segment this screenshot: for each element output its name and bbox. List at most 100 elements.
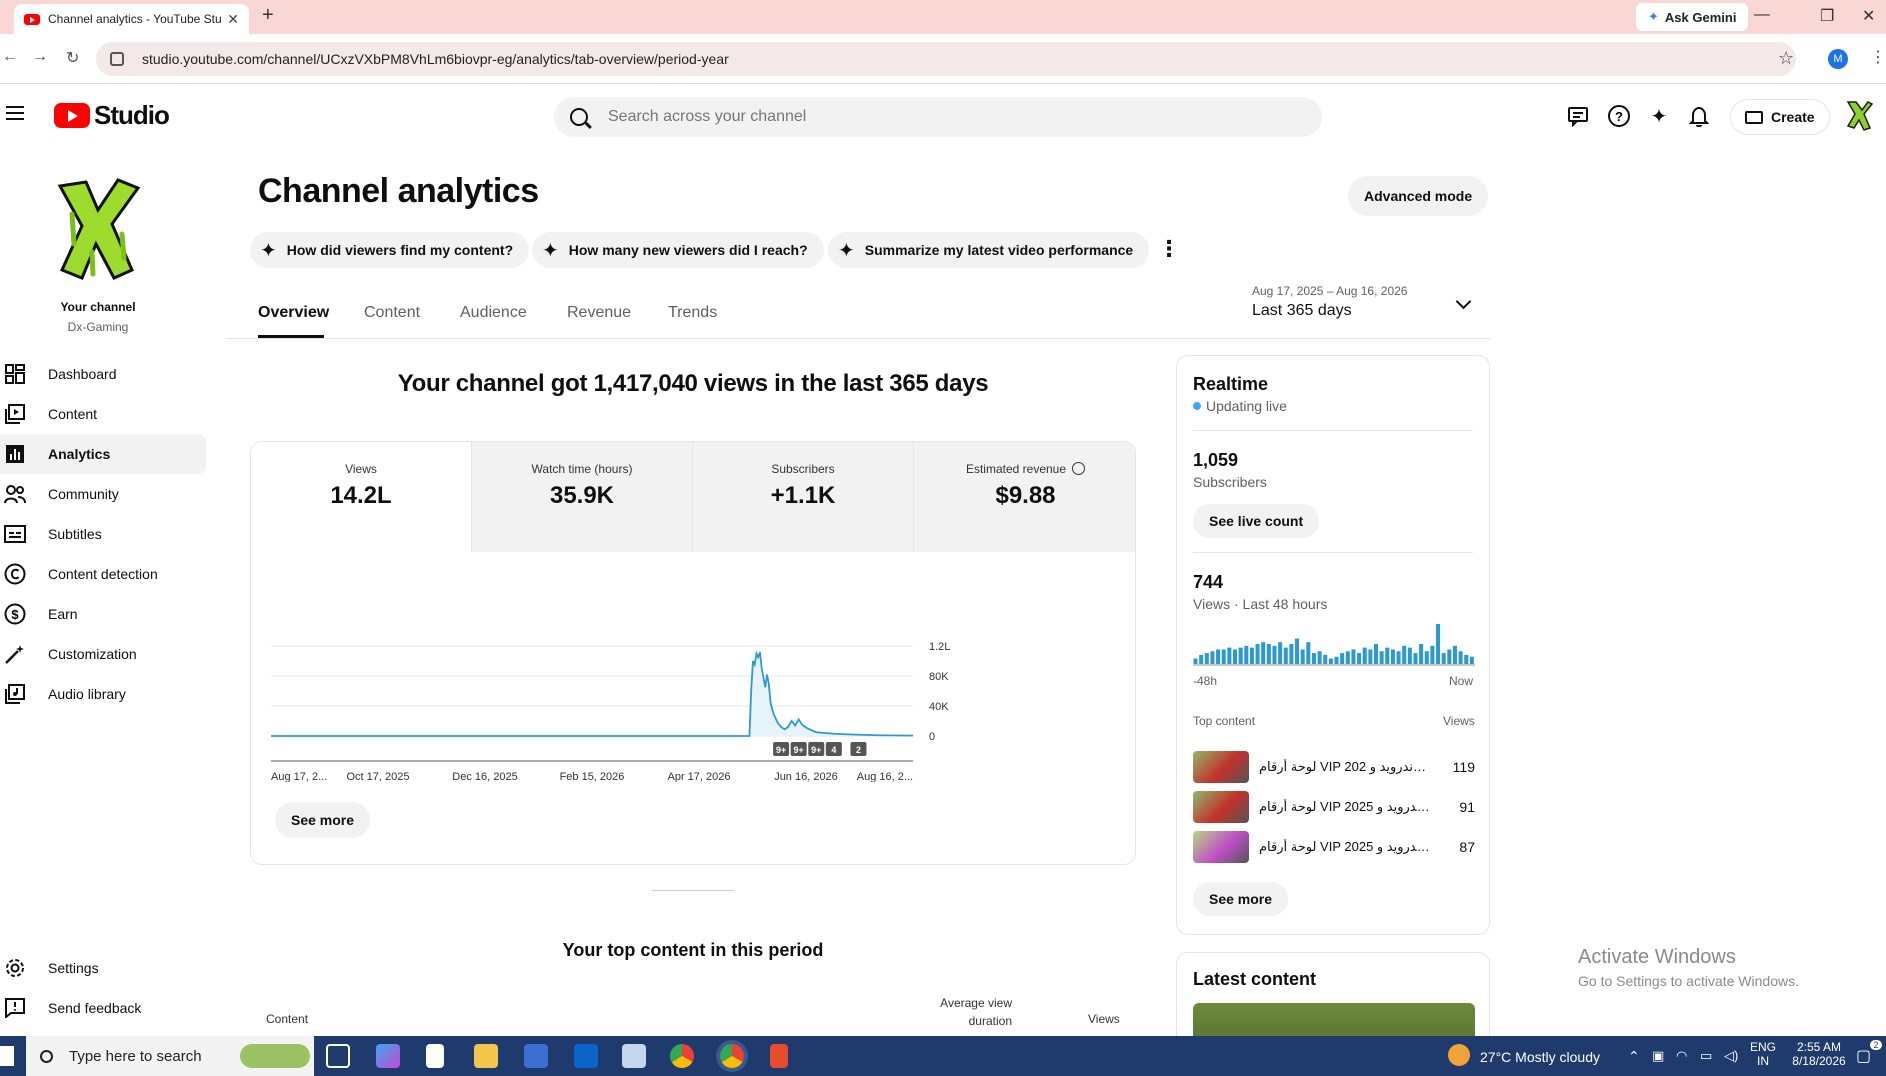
realtime-bar — [1261, 642, 1266, 664]
help-icon[interactable]: ? — [1605, 102, 1633, 130]
weather-text[interactable]: 27°C Mostly cloudy — [1480, 1049, 1600, 1065]
sidebar-item-dashboard[interactable]: Dashboard — [0, 354, 206, 394]
channel-avatar[interactable] — [52, 174, 142, 284]
realtime-bar — [1407, 647, 1412, 664]
suggestion-chip-new-viewers[interactable]: ✦ How many new viewers did I reach? — [532, 232, 824, 268]
new-tab-button[interactable]: + — [262, 4, 274, 27]
search-input[interactable] — [608, 108, 1208, 126]
tab-trends[interactable]: Trends — [668, 304, 717, 322]
top-content-item[interactable]: لوحة أرقام VIP لأندرويد و 202... 119 — [1193, 750, 1475, 784]
browser-tab[interactable]: Channel analytics - YouTube Studio ✕ — [14, 4, 249, 34]
tab-content[interactable]: Content — [364, 304, 420, 322]
minimize-icon[interactable]: — — [1754, 6, 1770, 24]
top-content-item[interactable]: لوحة أرقام VIP لأندرويد و 2025 ... 91 — [1193, 790, 1475, 824]
video-marker-label: 4 — [831, 745, 836, 755]
browser-tabstrip: Channel analytics - YouTube Studio ✕ + ✦… — [0, 0, 1886, 34]
microsoft-store-icon[interactable] — [524, 1044, 548, 1068]
metric-watch-time[interactable]: Watch time (hours) 35.9K — [472, 442, 693, 552]
gemini-sparkle-icon[interactable]: ✦ — [1645, 102, 1673, 130]
weather-icon[interactable] — [1448, 1044, 1470, 1066]
outlook-icon[interactable] — [574, 1044, 598, 1068]
metric-views[interactable]: Views 14.2L — [251, 442, 472, 552]
bookmark-star-icon[interactable]: ☆ — [1778, 48, 1794, 69]
gemini-sparkle-icon: ✦ — [542, 239, 559, 262]
language-indicator[interactable]: ENG IN — [1748, 1040, 1778, 1068]
tray-app-icon[interactable]: ▣ — [1652, 1048, 1664, 1064]
tab-overview[interactable]: Overview — [258, 304, 329, 322]
app-icon[interactable] — [770, 1044, 788, 1068]
column-header-avg-duration[interactable]: Average view duration — [930, 994, 1012, 1030]
sidebar-item-settings[interactable]: Settings — [0, 948, 206, 988]
tray-chevron-icon[interactable]: ⌃ — [1628, 1048, 1640, 1065]
see-more-button[interactable]: See more — [275, 802, 371, 838]
see-live-count-button[interactable]: See live count — [1193, 504, 1320, 538]
volume-icon[interactable]: ◁) — [1724, 1048, 1738, 1064]
sidebar-item-earn[interactable]: $ Earn — [0, 594, 206, 634]
sidebar-item-subtitles[interactable]: Subtitles — [0, 514, 206, 554]
metric-estimated-revenue[interactable]: Estimated revenue $9.88 — [914, 442, 1135, 552]
wifi-icon[interactable]: ◠ — [1676, 1048, 1687, 1064]
realtime-bar — [1357, 653, 1362, 664]
task-view-icon[interactable] — [326, 1044, 350, 1068]
photos-icon[interactable] — [622, 1044, 646, 1068]
sidebar-item-customization[interactable]: Customization — [0, 634, 206, 674]
network-icon[interactable]: ▭ — [1700, 1048, 1712, 1064]
x-tick-label: Dec 16, 2025 — [452, 771, 517, 782]
url-field[interactable]: studio.youtube.com/channel/UCxzVXbPM8VhL… — [96, 42, 1796, 76]
suggestion-chip-viewers[interactable]: ✦ How did viewers find my content? — [250, 232, 530, 268]
customization-icon — [4, 643, 26, 665]
chrome-icon[interactable] — [670, 1044, 694, 1068]
realtime-bar — [1210, 651, 1215, 664]
chevron-down-icon[interactable] — [1455, 293, 1472, 310]
browser-profile-avatar[interactable]: M — [1828, 49, 1848, 69]
notifications-bell-icon[interactable] — [1685, 102, 1713, 130]
tab-revenue[interactable]: Revenue — [567, 304, 631, 322]
realtime-bar — [1469, 656, 1474, 664]
windows-start-icon[interactable] — [0, 1046, 14, 1066]
search-icon[interactable] — [570, 108, 588, 126]
close-window-icon[interactable]: ✕ — [1862, 6, 1875, 26]
browser-menu-icon[interactable]: ⋮ — [1870, 47, 1886, 67]
chrome-active-icon[interactable] — [720, 1044, 744, 1068]
notification-center-icon[interactable]: ▢ — [1856, 1046, 1871, 1066]
account-avatar[interactable] — [1844, 98, 1874, 132]
sidebar-item-content[interactable]: Content — [0, 394, 206, 434]
comments-icon[interactable] — [1564, 102, 1592, 130]
more-options-icon[interactable]: ⋮ — [1158, 236, 1180, 262]
sidebar-item-send-feedback[interactable]: Send feedback — [0, 988, 206, 1028]
video-views: 87 — [1459, 839, 1475, 855]
notepad-icon[interactable] — [426, 1044, 444, 1068]
copilot-icon[interactable] — [376, 1044, 400, 1068]
metric-subscribers[interactable]: Subscribers +1.1K — [693, 442, 914, 552]
search-highlight-image[interactable] — [240, 1044, 310, 1068]
forward-icon[interactable]: → — [32, 48, 48, 66]
ask-gemini-button[interactable]: ✦ Ask Gemini — [1636, 3, 1749, 31]
date-range-picker[interactable]: Aug 17, 2025 – Aug 16, 2026 Last 365 day… — [1252, 284, 1407, 320]
clock-icon — [1072, 462, 1086, 475]
top-content-item[interactable]: لوحة أرقام VIP لأندرويد و 2025 ... 87 — [1193, 830, 1475, 864]
sidebar-item-audio-library[interactable]: Audio library — [0, 674, 206, 714]
settings-gear-icon — [4, 957, 26, 979]
metric-label: Estimated revenue — [965, 462, 1067, 476]
close-tab-icon[interactable]: ✕ — [227, 11, 239, 28]
column-header-views[interactable]: Views — [1088, 1012, 1120, 1026]
clock[interactable]: 2:55 AM 8/18/2026 — [1784, 1040, 1854, 1068]
file-explorer-icon[interactable] — [474, 1044, 498, 1068]
suggestion-chip-summarize[interactable]: ✦ Summarize my latest video performance — [828, 232, 1150, 268]
restore-icon[interactable]: ❐ — [1820, 6, 1834, 26]
advanced-mode-button[interactable]: Advanced mode — [1348, 176, 1489, 216]
create-button[interactable]: Create — [1730, 99, 1830, 135]
realtime-see-more-button[interactable]: See more — [1193, 882, 1289, 916]
gemini-sparkle-icon: ✦ — [260, 239, 277, 262]
back-icon[interactable]: ← — [2, 48, 18, 66]
sidebar-item-analytics[interactable]: Analytics — [0, 434, 206, 474]
search-box[interactable] — [554, 97, 1322, 137]
sidebar-item-content-detection[interactable]: Content detection — [0, 554, 206, 594]
column-header-content[interactable]: Content — [266, 1012, 308, 1026]
reload-icon[interactable]: ↻ — [66, 48, 79, 68]
studio-logo[interactable]: Studio — [54, 100, 170, 131]
sidebar-item-community[interactable]: Community — [0, 474, 206, 514]
site-info-icon[interactable] — [110, 52, 124, 66]
menu-icon[interactable] — [6, 106, 24, 120]
tab-audience[interactable]: Audience — [460, 304, 527, 322]
